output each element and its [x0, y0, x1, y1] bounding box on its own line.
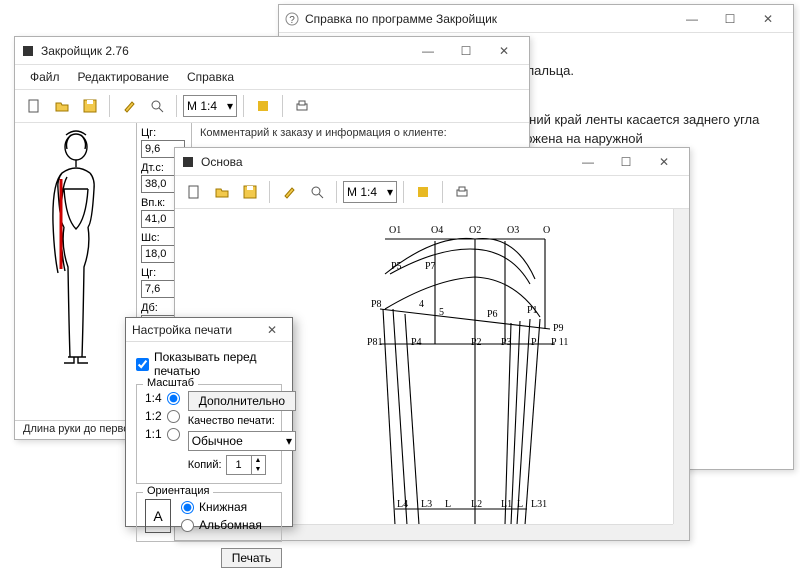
portrait-radio[interactable]: Книжная [181, 500, 262, 514]
osnova-print-button[interactable] [449, 179, 475, 205]
help-titlebar[interactable]: ? Справка по программе Закройщик — ☐ ✕ [279, 5, 793, 33]
show-before-print-checkbox[interactable]: Показывать перед печатью [136, 350, 282, 378]
print-dialog: Настройка печати ✕ Показывать перед печа… [125, 317, 293, 527]
osnova-icon [181, 155, 195, 169]
main-toolbar: М 1:4▾ [15, 90, 529, 123]
brush-button[interactable] [116, 93, 142, 119]
new-button[interactable] [21, 93, 47, 119]
main-menubar: Файл Редактирование Справка [15, 65, 529, 90]
additional-button[interactable]: Дополнительно [188, 391, 296, 411]
scale-group: Масштаб 1:4 1:2 1:1 Дополнительно Качест… [136, 384, 282, 484]
osnova-save-button[interactable] [237, 179, 263, 205]
scale-11-radio[interactable]: 1:1 [145, 427, 180, 441]
menu-help[interactable]: Справка [178, 67, 243, 87]
quality-select[interactable]: Обычное▾ [188, 431, 296, 451]
open-button[interactable] [49, 93, 75, 119]
print-button[interactable] [289, 93, 315, 119]
print-action-button[interactable]: Печать [221, 548, 282, 568]
zoom-button[interactable] [144, 93, 170, 119]
osnova-close-button[interactable]: ✕ [645, 150, 683, 174]
svg-text:?: ? [289, 15, 295, 26]
osnova-minimize-button[interactable]: — [569, 150, 607, 174]
osnova-toolbar: М 1:4▾ [175, 176, 689, 209]
landscape-radio[interactable]: Альбомная [181, 518, 262, 532]
osnova-titlebar[interactable]: Основа — ☐ ✕ [175, 148, 689, 176]
osnova-scrollbar-v[interactable] [673, 209, 689, 524]
save-button[interactable] [77, 93, 103, 119]
main-title: Закройщик 2.76 [41, 44, 409, 58]
help-title: Справка по программе Закройщик [305, 12, 673, 26]
main-titlebar[interactable]: Закройщик 2.76 — ☐ ✕ [15, 37, 529, 65]
print-close-button[interactable]: ✕ [258, 320, 286, 340]
menu-file[interactable]: Файл [21, 67, 69, 87]
osnova-color-button[interactable] [410, 179, 436, 205]
app-icon [21, 44, 35, 58]
main-scale-select[interactable]: М 1:4▾ [183, 95, 237, 117]
help-maximize-button[interactable]: ☐ [711, 7, 749, 31]
print-title: Настройка печати [132, 323, 258, 337]
help-minimize-button[interactable]: — [673, 7, 711, 31]
osnova-title: Основа [201, 155, 569, 169]
help-icon: ? [285, 12, 299, 26]
main-maximize-button[interactable]: ☐ [447, 39, 485, 63]
osnova-maximize-button[interactable]: ☐ [607, 150, 645, 174]
scale-14-radio[interactable]: 1:4 [145, 391, 180, 405]
page-portrait-icon: A [145, 499, 171, 533]
osnova-new-button[interactable] [181, 179, 207, 205]
scroll-corner [673, 524, 689, 540]
copies-spinner[interactable]: ▲▼ [226, 455, 266, 475]
menu-edit[interactable]: Редактирование [69, 67, 178, 87]
main-minimize-button[interactable]: — [409, 39, 447, 63]
color-button[interactable] [250, 93, 276, 119]
scale-12-radio[interactable]: 1:2 [145, 409, 180, 423]
osnova-open-button[interactable] [209, 179, 235, 205]
help-close-button[interactable]: ✕ [749, 7, 787, 31]
osnova-scale-select[interactable]: М 1:4▾ [343, 181, 397, 203]
osnova-zoom-button[interactable] [304, 179, 330, 205]
figure-silhouette [21, 129, 131, 429]
figure-pane [15, 123, 137, 420]
main-close-button[interactable]: ✕ [485, 39, 523, 63]
print-titlebar[interactable]: Настройка печати ✕ [126, 318, 292, 342]
orientation-group: Ориентация A Книжная Альбомная [136, 492, 282, 542]
osnova-brush-button[interactable] [276, 179, 302, 205]
